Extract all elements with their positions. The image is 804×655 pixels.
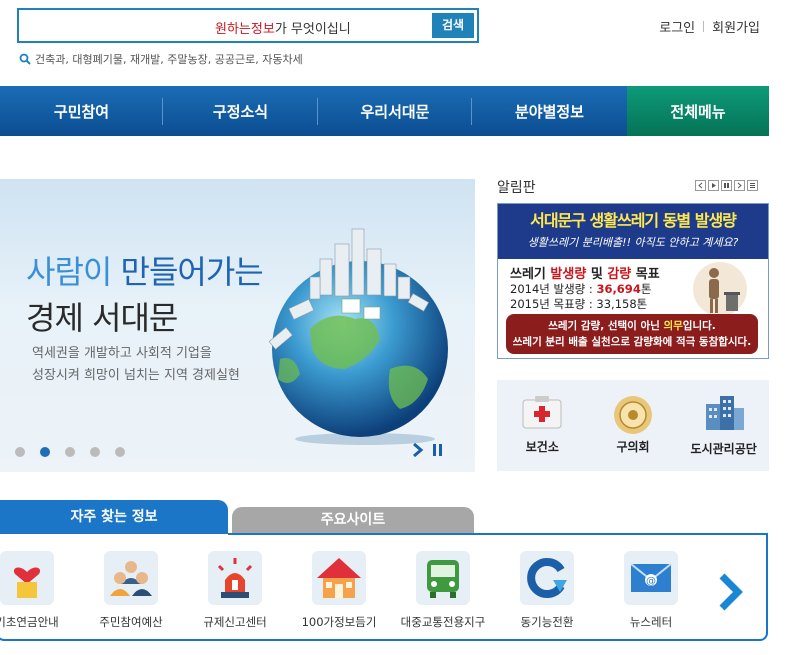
main-nav: 구민참여 구정소식 우리서대문 분야별정보 전체메뉴 <box>0 86 769 136</box>
notice-controls <box>693 180 758 191</box>
next-icon[interactable] <box>734 180 745 191</box>
tab-major-sites[interactable]: 주요사이트 <box>232 507 474 534</box>
list-icon[interactable] <box>747 180 758 191</box>
nav-item-news[interactable]: 구정소식 <box>163 86 318 136</box>
quick-link-basic-pension[interactable]: 기초연금안내 <box>0 551 79 631</box>
globe-illustration <box>268 228 448 445</box>
bus-icon <box>416 551 470 605</box>
nav-item-field-info[interactable]: 분야별정보 <box>472 86 627 136</box>
login-link[interactable]: 로그인 <box>659 17 695 36</box>
divider <box>703 21 705 32</box>
quick-link-newsletter[interactable]: @ 뉴스레터 <box>599 551 703 631</box>
popular-keywords: 건축과, 대형폐기물, 재개발, 주말농장, 공공근로, 자동차세 <box>19 51 303 67</box>
search-input[interactable] <box>19 10 431 41</box>
slide-dot[interactable] <box>65 447 75 457</box>
nav-item-participation[interactable]: 구민참여 <box>0 86 163 136</box>
join-link[interactable]: 회원가입 <box>712 17 760 36</box>
quick-link-participatory-budget[interactable]: 주민참여예산 <box>79 551 183 631</box>
top-links: 로그인 회원가입 <box>659 17 760 36</box>
nav-item-seodaemun[interactable]: 우리서대문 <box>318 86 472 136</box>
trash-person-icon <box>693 262 747 316</box>
notice-banner-footer: 쓰레기 감량, 선택이 아닌 의무입니다. 쓰레기 분리 배출 실천으로 감량화… <box>506 314 758 354</box>
next-arrow-icon[interactable] <box>716 572 744 612</box>
slide-controls <box>412 443 444 457</box>
tab-frequent-info[interactable]: 자주 찾는 정보 <box>0 500 228 534</box>
quick-item-health-center[interactable]: 보건소 <box>497 380 588 471</box>
quick-links: 기초연금안내 주민참여예산 규제신고센터 100가정보듬기 대중교통전용지구 동… <box>0 551 710 631</box>
slide-dot[interactable] <box>90 447 100 457</box>
seal-icon <box>614 396 652 434</box>
notice-banner-header: 서대문구 생활쓰레기 동별 발생량 생활쓰레기 분리배출!! 아직도 안하고 계… <box>498 204 768 259</box>
envelope-icon: @ <box>624 551 678 605</box>
cycle-arrow-icon <box>520 551 574 605</box>
house-icon <box>312 551 366 605</box>
svg-text:@: @ <box>646 576 656 587</box>
notice-banner-body: 쓰레기 발생량 및 감량 목표 2014년 발생량 : 36,694톤 2015… <box>498 259 768 317</box>
siren-icon <box>208 551 262 605</box>
slide-dot[interactable] <box>15 447 25 457</box>
keyword-list[interactable]: 건축과, 대형폐기물, 재개발, 주말농장, 공공근로, 자동차세 <box>35 51 303 67</box>
building-icon <box>705 396 744 430</box>
banner-title-line1: 사람이 만들어가는 <box>26 253 264 291</box>
notice-banner[interactable]: 서대문구 생활쓰레기 동별 발생량 생활쓰레기 분리배출!! 아직도 안하고 계… <box>497 203 769 359</box>
people-icon <box>104 551 158 605</box>
slide-indicators <box>15 447 140 457</box>
banner-title-line2: 경제 서대문 <box>26 299 178 337</box>
quick-link-regulation-report[interactable]: 규제신고센터 <box>183 551 287 631</box>
quick-item-district-council[interactable]: 구의회 <box>588 380 679 471</box>
search-icon <box>19 53 31 65</box>
play-icon[interactable] <box>708 180 719 191</box>
prev-icon[interactable] <box>695 180 706 191</box>
first-aid-icon <box>522 396 562 429</box>
slide-dot[interactable] <box>115 447 125 457</box>
quick-services: 보건소 구의회 도시관리공단 <box>497 380 769 471</box>
search-box: 원하는정보가 무엇이십니 검색 <box>17 8 479 43</box>
banner-description: 역세권을 개발하고 사회적 기업을 성장시켜 희망이 넘치는 지역 경제실현 <box>32 346 240 383</box>
tab-panel-border <box>228 533 768 535</box>
quick-link-transit-zone[interactable]: 대중교통전용지구 <box>391 551 495 631</box>
quick-item-facilities-corp[interactable]: 도시관리공단 <box>678 380 769 471</box>
pause-icon[interactable] <box>721 180 732 191</box>
search-button[interactable]: 검색 <box>432 13 474 38</box>
heart-pot-icon <box>0 551 54 605</box>
pause-icon[interactable] <box>432 443 444 457</box>
next-slide-icon[interactable] <box>412 443 424 457</box>
slide-dot-active[interactable] <box>40 447 50 457</box>
quick-link-100-families[interactable]: 100가정보듬기 <box>287 551 391 631</box>
notice-board-title: 알림판 <box>497 180 536 196</box>
main-banner[interactable]: 사람이 만들어가는 경제 서대문 역세권을 개발하고 사회적 기업을 성장시켜 … <box>0 179 475 472</box>
quick-link-function-transition[interactable]: 동기능전환 <box>495 551 599 631</box>
nav-item-all-menu[interactable]: 전체메뉴 <box>627 86 769 136</box>
